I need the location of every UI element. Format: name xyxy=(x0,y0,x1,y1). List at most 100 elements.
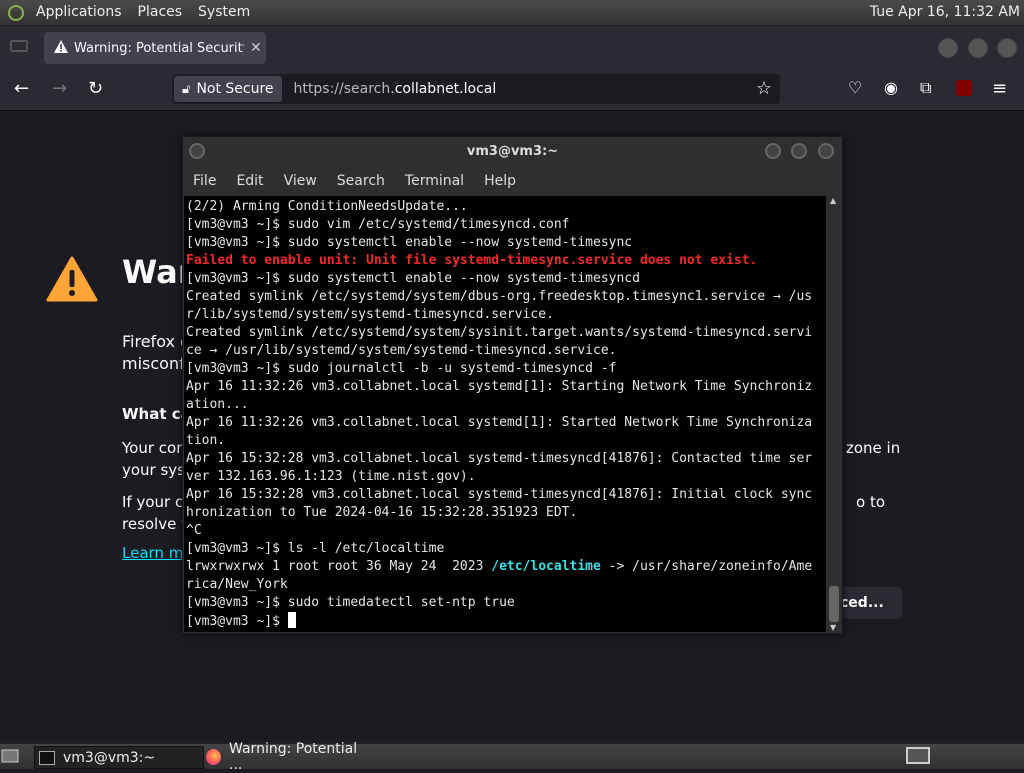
window-minimize-button[interactable] xyxy=(938,38,958,58)
terminal-line: Apr 16 11:32:26 vm3.collabnet.local syst… xyxy=(186,378,826,396)
url-text[interactable]: https://search.collabnet.local xyxy=(294,81,497,97)
terminal-cursor xyxy=(287,612,296,628)
menu-applications[interactable]: Applications xyxy=(28,0,130,25)
terminal-text: Apr 16 11:32:26 vm3.collabnet.local syst… xyxy=(186,379,813,394)
terminal-text: ce → /usr/lib/systemd/system/systemd-tim… xyxy=(186,343,617,358)
terminal-menu-help[interactable]: Help xyxy=(474,173,526,189)
menu-places[interactable]: Places xyxy=(130,0,191,25)
terminal-close-button[interactable] xyxy=(818,143,834,159)
warning-icon xyxy=(54,39,68,57)
terminal-menu-button[interactable] xyxy=(189,143,205,159)
reload-icon[interactable]: ↻ xyxy=(88,78,103,99)
terminal-text: Apr 16 15:32:28 vm3.collabnet.local syst… xyxy=(186,451,813,466)
workspace-switcher[interactable] xyxy=(906,747,930,764)
terminal-window[interactable]: vm3@vm3:~ File Edit View Search Terminal… xyxy=(182,136,843,634)
panel-clock[interactable]: Tue Apr 16, 11:32 AM xyxy=(870,0,1020,25)
terminal-line: Created symlink /etc/systemd/system/dbus… xyxy=(186,288,826,306)
terminal-text: [vm3@vm3 ~]$ sudo systemctl enable --now… xyxy=(186,235,633,250)
terminal-menu-file[interactable]: File xyxy=(183,173,226,189)
firefox-app-icon xyxy=(206,748,222,765)
pocket-icon[interactable]: ♡ xyxy=(848,78,862,97)
terminal-title: vm3@vm3:~ xyxy=(466,144,559,159)
terminal-text: [vm3@vm3 ~]$ xyxy=(186,614,288,629)
distro-logo-icon[interactable] xyxy=(8,4,24,21)
window-maximize-button[interactable] xyxy=(968,38,988,58)
top-panel: Applications Places System Tue Apr 16, 1… xyxy=(0,0,1024,26)
warning-paragraph-1: Firefox d misconf xyxy=(122,332,191,373)
window-close-button[interactable] xyxy=(997,38,1017,58)
show-desktop-icon[interactable] xyxy=(0,747,20,765)
terminal-menu-search[interactable]: Search xyxy=(327,173,395,189)
terminal-text: (2/2) Arming ConditionNeedsUpdate... xyxy=(186,199,468,214)
terminal-text: [vm3@vm3 ~]$ sudo timedatectl set-ntp tr… xyxy=(186,595,515,610)
terminal-output[interactable]: (2/2) Arming ConditionNeedsUpdate... [vm3… xyxy=(184,196,826,632)
warning-paragraph-3-right: o to xyxy=(856,493,886,511)
terminal-line: lrwxrwxrwx 1 root root 36 May 24 2023 /e… xyxy=(186,558,826,576)
terminal-line: [vm3@vm3 ~]$ sudo vim /etc/systemd/times… xyxy=(186,216,826,234)
terminal-text: ver 132.163.96.1:123 (time.nist.gov). xyxy=(186,469,476,484)
terminal-line: [vm3@vm3 ~]$ sudo journalctl -b -u syste… xyxy=(186,360,826,378)
scroll-down-arrow-icon[interactable]: ▼ xyxy=(830,623,836,632)
terminal-text: hronization to Tue 2024-04-16 15:32:28.3… xyxy=(186,505,578,520)
account-icon[interactable]: ◉ xyxy=(884,78,898,97)
url-bar[interactable]: 🔓︎ Not Secure https://search.collabnet.l… xyxy=(172,74,780,104)
terminal-line: ation... xyxy=(186,396,826,414)
taskbar-item-firefox[interactable]: Warning: Potential ... xyxy=(206,741,366,773)
warning-paragraph-2-right: zone in xyxy=(846,439,901,457)
terminal-menubar: File Edit View Search Terminal Help xyxy=(183,167,842,195)
terminal-text: [vm3@vm3 ~]$ sudo journalctl -b -u syste… xyxy=(186,361,617,376)
terminal-symlink-path: /etc/localtime xyxy=(491,559,601,574)
terminal-line: [vm3@vm3 ~]$ xyxy=(186,612,826,630)
hamburger-menu-icon[interactable]: ≡ xyxy=(992,78,1007,99)
tab-list-icon[interactable] xyxy=(10,40,28,52)
scroll-up-arrow-icon[interactable]: ▲ xyxy=(830,196,836,205)
terminal-line: Apr 16 15:32:28 vm3.collabnet.local syst… xyxy=(186,450,826,468)
terminal-line: [vm3@vm3 ~]$ sudo systemctl enable --now… xyxy=(186,234,826,252)
terminal-titlebar[interactable]: vm3@vm3:~ xyxy=(183,137,842,167)
terminal-line: r/lib/systemd/system/systemd-timesyncd.s… xyxy=(186,306,826,324)
terminal-text: r/lib/systemd/system/systemd-timesyncd.s… xyxy=(186,307,554,322)
terminal-line: rica/New_York xyxy=(186,576,826,594)
back-arrow-icon[interactable]: ← xyxy=(14,78,29,99)
terminal-line: Apr 16 15:32:28 vm3.collabnet.local syst… xyxy=(186,486,826,504)
terminal-scrollbar[interactable]: ▲ ▼ xyxy=(827,196,841,632)
terminal-text: Apr 16 11:32:26 vm3.collabnet.local syst… xyxy=(186,415,813,430)
terminal-line: tion. xyxy=(186,432,826,450)
terminal-menu-view[interactable]: View xyxy=(274,173,327,189)
terminal-line: ce → /usr/lib/systemd/system/systemd-tim… xyxy=(186,342,826,360)
browser-tab-active[interactable]: Warning: Potential Security Risk Ahead ✕ xyxy=(44,32,266,64)
terminal-text: [vm3@vm3 ~]$ ls -l /etc/localtime xyxy=(186,541,445,556)
terminal-menu-terminal[interactable]: Terminal xyxy=(395,173,474,189)
tab-close-icon[interactable]: ✕ xyxy=(250,40,262,56)
not-secure-label: Not Secure xyxy=(196,81,274,97)
terminal-text-segment: lrwxrwxrwx 1 root root 36 May 24 2023 xyxy=(186,559,492,574)
terminal-line: ver 132.163.96.1:123 (time.nist.gov). xyxy=(186,468,826,486)
extensions-icon[interactable]: ⧉ xyxy=(920,78,931,98)
terminal-scrollbar-thumb[interactable] xyxy=(829,586,839,622)
terminal-line: [vm3@vm3 ~]$ ls -l /etc/localtime xyxy=(186,540,826,558)
terminal-text: Apr 16 15:32:28 vm3.collabnet.local syst… xyxy=(186,487,813,502)
terminal-line: Failed to enable unit: Unit file systemd… xyxy=(186,252,826,270)
broken-lock-icon: 🔓︎ xyxy=(182,81,191,97)
terminal-text: Created symlink /etc/systemd/system/dbus… xyxy=(186,289,813,304)
terminal-text: ^C xyxy=(186,523,202,538)
bookmark-star-icon[interactable]: ☆ xyxy=(756,78,772,99)
terminal-text: [vm3@vm3 ~]$ sudo vim /etc/systemd/times… xyxy=(186,217,570,232)
not-secure-indicator[interactable]: 🔓︎ Not Secure xyxy=(174,76,282,102)
terminal-maximize-button[interactable] xyxy=(791,143,807,159)
bottom-panel: vm3@vm3:~ Warning: Potential ... xyxy=(0,741,1024,773)
taskbar-item-terminal[interactable]: vm3@vm3:~ xyxy=(34,746,204,769)
menu-system[interactable]: System xyxy=(190,0,258,25)
tab-title: Warning: Potential Security Risk Ahead xyxy=(74,40,244,56)
terminal-menu-edit[interactable]: Edit xyxy=(226,173,273,189)
firefox-nav-bar: ← → ↻ 🔓︎ Not Secure https://search.colla… xyxy=(0,68,1024,111)
terminal-line: Created symlink /etc/systemd/system/sysi… xyxy=(186,324,826,342)
terminal-line: Apr 16 11:32:26 vm3.collabnet.local syst… xyxy=(186,414,826,432)
ublock-origin-icon[interactable] xyxy=(956,80,972,96)
forward-arrow-icon[interactable]: → xyxy=(52,78,67,99)
terminal-text-segment: -> /usr/share/zoneinfo/Ame xyxy=(600,559,813,574)
terminal-minimize-button[interactable] xyxy=(765,143,781,159)
terminal-line: (2/2) Arming ConditionNeedsUpdate... xyxy=(186,198,826,216)
terminal-line: [vm3@vm3 ~]$ sudo systemctl enable --now… xyxy=(186,270,826,288)
terminal-text: [vm3@vm3 ~]$ sudo systemctl enable --now… xyxy=(186,271,640,286)
